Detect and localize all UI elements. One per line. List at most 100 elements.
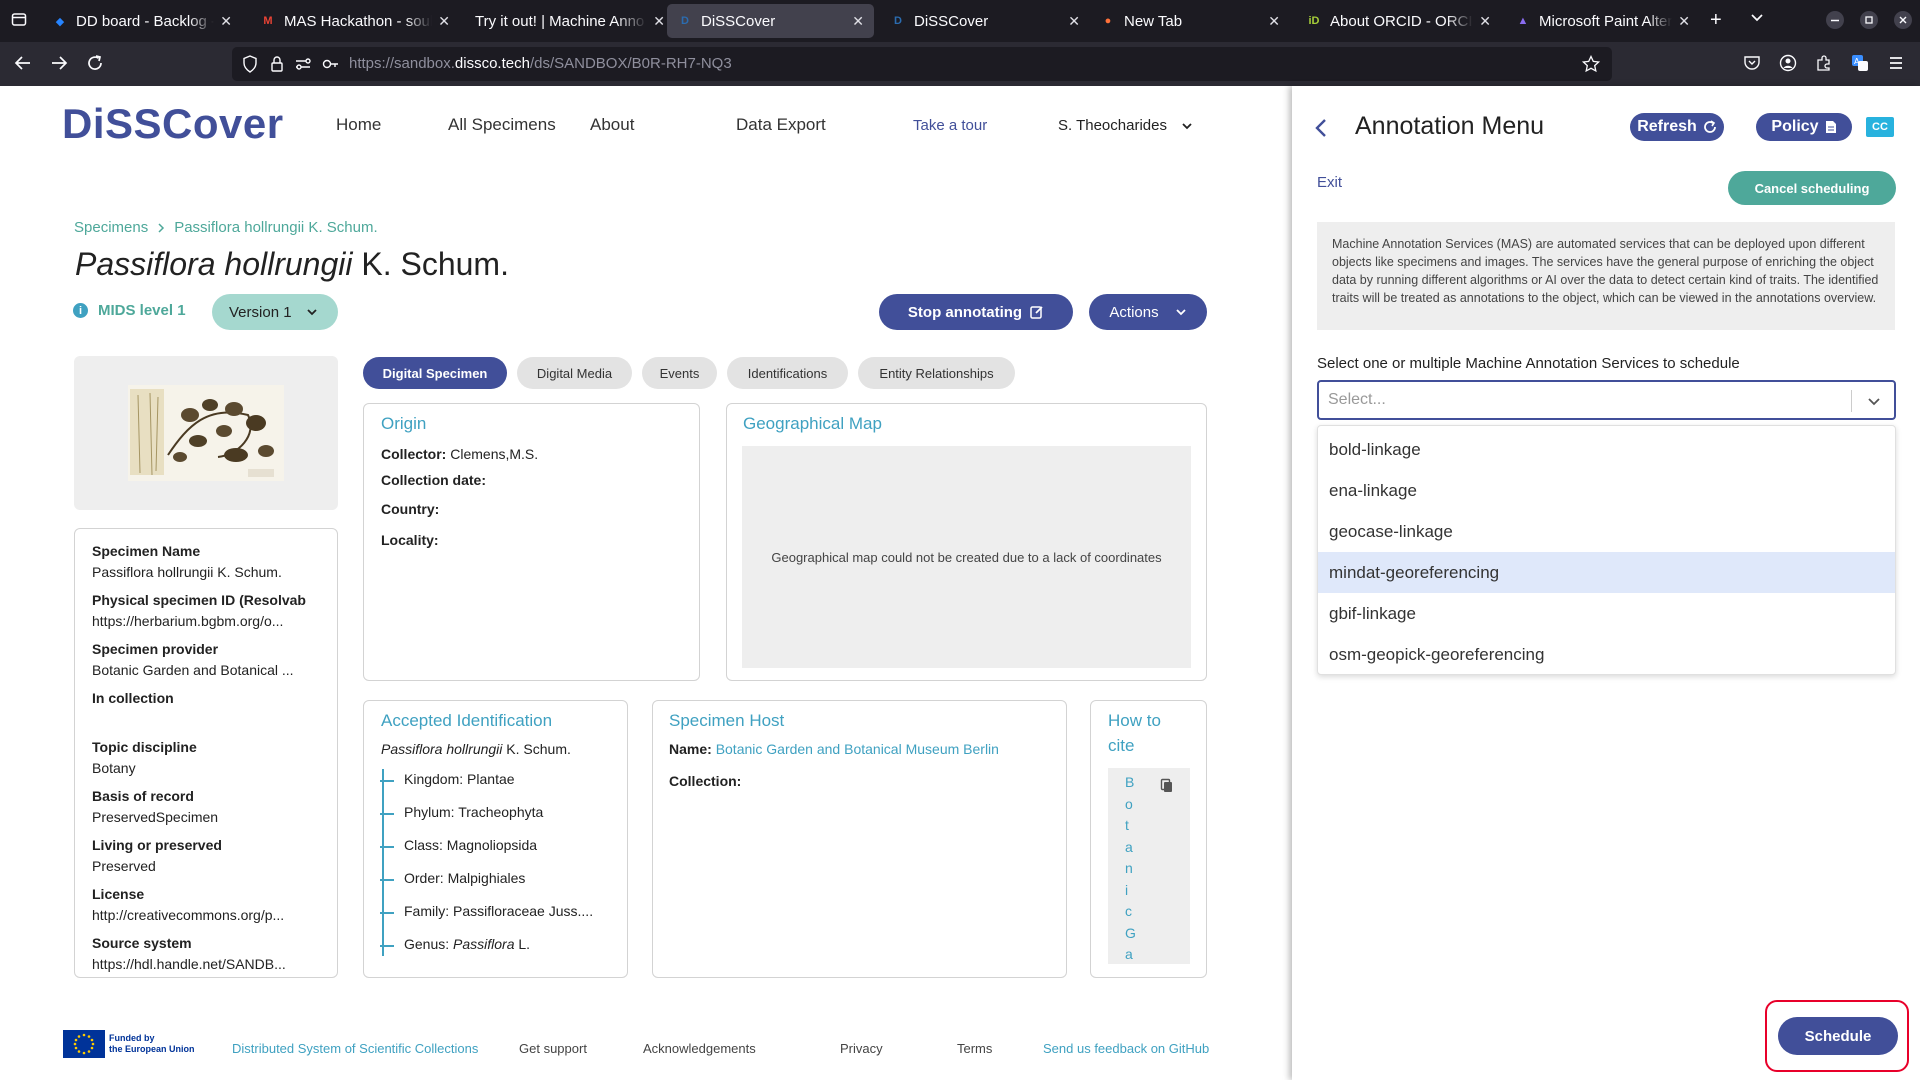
footer-dissco-link[interactable]: Distributed System of Scientific Collect… xyxy=(232,1041,478,1056)
nav-home[interactable]: Home xyxy=(336,115,381,135)
user-menu[interactable]: S. Theocharides xyxy=(1058,117,1193,134)
refresh-button[interactable]: Refresh xyxy=(1630,113,1724,141)
stop-annotating-button[interactable]: Stop annotating xyxy=(879,294,1073,330)
close-tab-icon[interactable]: ✕ xyxy=(220,13,232,30)
footer-github-feedback[interactable]: Send us feedback on GitHub xyxy=(1043,1041,1209,1056)
nav-all-specimens[interactable]: All Specimens xyxy=(448,115,556,135)
mas-option[interactable]: gbif-linkage xyxy=(1318,593,1895,634)
footer-acknowledgements[interactable]: Acknowledgements xyxy=(643,1041,756,1056)
dissco-logo[interactable]: DiSSCover xyxy=(62,100,284,148)
cite-box[interactable]: BotanicGa xyxy=(1108,768,1190,964)
tab-identifications[interactable]: Identifications xyxy=(727,357,848,389)
chevron-down-icon xyxy=(306,306,318,318)
mas-description: Machine Annotation Services (MAS) are au… xyxy=(1317,222,1895,330)
breadcrumb-current[interactable]: Passiflora hollrungii K. Schum. xyxy=(174,219,377,236)
mas-option[interactable]: ena-linkage xyxy=(1318,470,1895,511)
close-tab-icon[interactable]: ✕ xyxy=(1068,13,1080,30)
pocket-icon[interactable] xyxy=(1743,54,1761,72)
mas-option[interactable]: mindat-georeferencing xyxy=(1318,552,1895,593)
collection-date-label: Collection date: xyxy=(381,472,487,488)
taxonomy-item: Genus: Passiflora L. xyxy=(379,936,530,952)
cancel-scheduling-button[interactable]: Cancel scheduling xyxy=(1728,171,1896,205)
close-tab-icon[interactable]: ✕ xyxy=(438,13,450,30)
nav-about[interactable]: About xyxy=(590,115,634,135)
specimen-image-card[interactable] xyxy=(74,356,338,510)
bookmark-star-icon[interactable] xyxy=(1582,55,1600,73)
mas-option[interactable]: osm-geopick-georeferencing xyxy=(1318,634,1895,675)
tab-label: Try it out! | Machine Anno xyxy=(475,12,645,30)
detail-key: Physical specimen ID (Resolvab xyxy=(92,592,306,608)
policy-button[interactable]: Policy xyxy=(1756,113,1852,141)
close-tab-icon[interactable]: ✕ xyxy=(653,13,665,30)
detail-key: Source system xyxy=(92,935,192,951)
actions-button[interactable]: Actions xyxy=(1089,294,1207,330)
new-tab-icon[interactable]: + xyxy=(1710,9,1722,32)
origin-card: Origin Collector: Clemens,M.S. Collectio… xyxy=(363,403,700,681)
translate-icon[interactable]: A xyxy=(1851,54,1869,72)
copy-icon[interactable] xyxy=(1160,778,1174,794)
schedule-button[interactable]: Schedule xyxy=(1778,1017,1898,1055)
mas-option[interactable]: geocase-linkage xyxy=(1318,511,1895,552)
key-icon[interactable] xyxy=(322,55,340,73)
tab-events[interactable]: Events xyxy=(642,357,717,389)
exit-link[interactable]: Exit xyxy=(1317,174,1342,191)
browser-tab[interactable]: iD About ORCID - ORCID ✕ xyxy=(1296,4,1501,38)
close-tab-icon[interactable]: ✕ xyxy=(1678,13,1690,30)
detail-key: Specimen Name xyxy=(92,543,201,559)
browser-tab[interactable]: ● New Tab ✕ xyxy=(1090,4,1290,38)
cite-letter: o xyxy=(1125,795,1133,812)
address-bar[interactable]: https://sandbox.dissco.tech/ds/SANDBOX/B… xyxy=(232,47,1612,81)
host-name-link[interactable]: Botanic Garden and Botanical Museum Berl… xyxy=(716,741,999,757)
browser-tab[interactable]: M MAS Hackathon - soula ✕ xyxy=(250,4,460,38)
breadcrumb-specimens[interactable]: Specimens xyxy=(74,219,148,236)
tab-digital-media[interactable]: Digital Media xyxy=(517,357,632,389)
reload-icon[interactable] xyxy=(86,54,104,72)
footer-get-support[interactable]: Get support xyxy=(519,1041,587,1056)
browser-tab[interactable]: D DiSSCover ✕ xyxy=(880,4,1090,38)
restore-icon[interactable] xyxy=(1860,11,1878,29)
tab-entity-relationships[interactable]: Entity Relationships xyxy=(858,357,1015,389)
herbarium-sheet-thumbnail[interactable] xyxy=(128,385,284,481)
identification-author: K. Schum. xyxy=(506,741,571,757)
tab-list-icon[interactable] xyxy=(11,11,27,27)
version-select[interactable]: Version 1 xyxy=(212,294,338,330)
close-tab-icon[interactable]: ✕ xyxy=(1479,13,1491,30)
mas-select[interactable] xyxy=(1317,380,1896,420)
detail-value: https://herbarium.bgbm.org/o... xyxy=(92,613,284,629)
back-icon[interactable] xyxy=(14,54,32,72)
permissions-icon[interactable] xyxy=(294,55,312,73)
cc-badge[interactable]: CC xyxy=(1866,117,1894,137)
minimize-icon[interactable] xyxy=(1826,11,1844,29)
nav-data-export[interactable]: Data Export xyxy=(736,115,826,135)
mas-option[interactable]: bold-linkage xyxy=(1318,429,1895,470)
footer-terms[interactable]: Terms xyxy=(957,1041,992,1056)
identification-title: Accepted Identification xyxy=(381,711,553,730)
browser-tab[interactable]: D DiSSCover ✕ xyxy=(667,4,874,38)
take-a-tour-link[interactable]: Take a tour xyxy=(913,117,987,134)
url-text[interactable]: https://sandbox.dissco.tech/ds/SANDBOX/B… xyxy=(349,55,732,72)
shield-icon[interactable] xyxy=(242,55,258,73)
extensions-icon[interactable] xyxy=(1815,54,1833,72)
taxonomy-value: Magnoliopsida xyxy=(446,837,538,853)
cite-letter: G xyxy=(1125,924,1136,941)
account-icon[interactable] xyxy=(1779,54,1797,72)
mas-select-input[interactable] xyxy=(1328,391,1848,409)
menu-icon[interactable] xyxy=(1887,54,1905,72)
close-window-icon[interactable] xyxy=(1894,11,1912,29)
back-chevron-icon[interactable] xyxy=(1314,117,1328,139)
chevron-down-icon[interactable] xyxy=(1867,394,1881,408)
map-message: Geographical map could not be created du… xyxy=(771,549,1162,565)
footer-privacy[interactable]: Privacy xyxy=(840,1041,883,1056)
forward-icon[interactable] xyxy=(50,54,68,72)
browser-tab[interactable]: ◆ DD board - Backlog - N ✕ xyxy=(42,4,242,38)
lock-icon[interactable] xyxy=(270,55,284,73)
browser-tab[interactable]: ▲ Microsoft Paint Altern ✕ xyxy=(1505,4,1700,38)
browser-tab[interactable]: Try it out! | Machine Anno ✕ xyxy=(465,4,675,38)
title-species: Passiflora hollrungii xyxy=(75,246,353,282)
close-tab-icon[interactable]: ✕ xyxy=(852,13,864,30)
detail-value: Passiflora hollrungii K. Schum. xyxy=(92,564,282,580)
tab-digital-specimen[interactable]: Digital Specimen xyxy=(363,357,507,389)
close-tab-icon[interactable]: ✕ xyxy=(1268,13,1280,30)
chevron-down-icon[interactable] xyxy=(1750,10,1764,24)
mids-level[interactable]: i MIDS level 1 xyxy=(73,302,186,319)
